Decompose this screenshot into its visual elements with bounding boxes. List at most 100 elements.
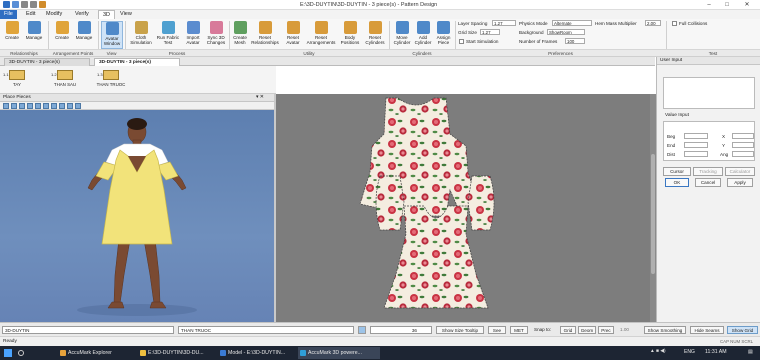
undo-icon[interactable] — [21, 1, 28, 8]
background-select[interactable]: ShowRoom — [547, 29, 585, 35]
tab-calculator[interactable]: Calculator — [725, 167, 755, 176]
tool-texture-icon[interactable] — [75, 103, 81, 109]
minimize-button[interactable]: – — [700, 0, 718, 10]
user-input-display — [663, 77, 755, 109]
tool-light-icon[interactable] — [67, 103, 73, 109]
x-input[interactable] — [732, 133, 754, 139]
assign-piece-button[interactable]: Assign Piece — [434, 21, 453, 49]
show-smoothing-button[interactable]: Show Smoothing — [644, 326, 686, 334]
ang-input[interactable] — [732, 151, 754, 157]
create-arrangement-icon — [55, 21, 69, 34]
manage-relationship-button[interactable]: Manage — [23, 21, 45, 49]
sync-3d-button[interactable]: Sync 3D Changes — [205, 21, 227, 49]
scrollbar-thumb[interactable] — [651, 154, 655, 274]
notifications-icon[interactable]: ▤ — [748, 349, 753, 355]
snap-label: Snap to: — [534, 327, 552, 332]
frames-input[interactable]: 100 — [565, 38, 585, 44]
show-size-tooltip-button[interactable]: Show Size Tooltip — [436, 326, 484, 334]
save-icon[interactable] — [12, 1, 19, 8]
end-input[interactable] — [684, 142, 708, 148]
run-fabric-test-button[interactable]: Run Fabric Test — [155, 21, 181, 49]
met-button[interactable]: MET — [510, 326, 528, 334]
piece-tay[interactable]: 1.1 TAY — [2, 67, 30, 93]
taskbar-item-accumark-explorer[interactable]: AccuMark Explorer — [58, 347, 136, 359]
y-input[interactable] — [732, 142, 754, 148]
tool-zoom-icon[interactable] — [19, 103, 25, 109]
menu-edit[interactable]: Edit — [22, 10, 39, 19]
dist-input[interactable] — [684, 151, 708, 157]
document-tab-2[interactable]: 3D-DUYTIN - 3 piece(s) — [94, 58, 180, 66]
tool-back-icon[interactable] — [35, 103, 41, 109]
reset-relationships-button[interactable]: Reset Relationships — [249, 21, 281, 49]
piece-than-sau[interactable]: 1.2 THAN SAU — [50, 67, 78, 93]
redo-icon[interactable] — [30, 1, 37, 8]
reset-cylinders-button[interactable]: Reset Cylinders — [363, 21, 387, 49]
layer-spacing-input[interactable]: 1.27 — [492, 20, 516, 26]
move-cylinder-button[interactable]: Move Cylinder — [392, 21, 412, 49]
end-label: End — [667, 143, 676, 148]
start-windows-icon[interactable] — [4, 349, 12, 357]
close-button[interactable]: ✕ — [738, 0, 756, 10]
piece-tay-left-pattern[interactable] — [375, 175, 405, 231]
avatar-3d-view[interactable] — [0, 110, 274, 322]
tool-pan-icon[interactable] — [11, 103, 17, 109]
body-positions-button[interactable]: Body Positions — [338, 21, 362, 49]
tray-icons[interactable]: ▲ ■ ◀) — [650, 349, 666, 354]
piece-tay-right-pattern[interactable] — [467, 175, 495, 231]
taskbar-item-accumark-3d[interactable]: AccuMark 3D powere... — [298, 347, 380, 359]
clock[interactable]: 11:31 AM — [705, 349, 727, 355]
search-icon[interactable] — [18, 350, 24, 356]
menu-verify[interactable]: Verify — [71, 10, 93, 19]
menu-3d[interactable]: 3D — [98, 10, 116, 19]
add-cylinder-button[interactable]: Add Cylinder — [413, 21, 433, 49]
start-simulation-checkbox[interactable] — [459, 39, 464, 44]
tool-front-icon[interactable] — [27, 103, 33, 109]
ok-button[interactable]: OK — [665, 178, 689, 187]
create-arrangement-button[interactable]: Create — [52, 21, 72, 49]
taskbar-item-folder[interactable]: E:\3D-DUYTIN\3D-DU... — [138, 347, 216, 359]
grid-size-input[interactable]: 1.27 — [480, 29, 500, 35]
see-button[interactable]: See — [488, 326, 506, 334]
tool-rotate-icon[interactable] — [3, 103, 9, 109]
snap-grid-button[interactable]: Grid — [560, 326, 576, 334]
snap-prec-button[interactable]: Prec — [598, 326, 614, 334]
accumark-3d-icon — [300, 350, 306, 356]
manage-arrangement-button[interactable]: Manage — [73, 21, 95, 49]
tool-fit-icon[interactable] — [51, 103, 57, 109]
create-relationship-button[interactable]: Create — [2, 21, 22, 49]
maximize-button[interactable]: □ — [718, 0, 736, 10]
show-grid-button[interactable]: Show Grid — [727, 326, 758, 334]
cloth-simulation-button[interactable]: Cloth Simulation — [128, 21, 154, 49]
language-indicator[interactable]: ENG — [684, 349, 695, 355]
physics-mode-select[interactable]: Alternate — [552, 20, 592, 26]
tab-cursor[interactable]: Cursor — [663, 167, 691, 176]
pattern-2d-view[interactable] — [276, 94, 656, 322]
menu-modify[interactable]: Modify — [42, 10, 66, 19]
import-avatar-button[interactable]: Import Avatar — [182, 21, 204, 49]
zoom-select[interactable]: 36 — [370, 326, 432, 334]
snap-geom-button[interactable]: Geom — [578, 326, 596, 334]
avatar-figure — [77, 118, 197, 316]
color-swatch[interactable] — [358, 326, 366, 334]
piece-than-truoc[interactable]: 1.3 THAN TRUOC — [96, 67, 125, 93]
x-label: X — [722, 134, 726, 139]
tab-tracking[interactable]: Tracking — [693, 167, 723, 176]
avatar-window-button[interactable]: Avatar Window — [101, 21, 123, 49]
quick-access-icon[interactable] — [39, 1, 46, 8]
create-mesh-button[interactable]: Create Mesh — [232, 21, 248, 49]
hide-seams-button[interactable]: Hide Seams — [690, 326, 724, 334]
full-collisions-checkbox[interactable] — [672, 21, 677, 26]
reset-arrangements-button[interactable]: Reset Arrangements — [305, 21, 337, 49]
hem-mass-input[interactable]: 2.00 — [645, 20, 661, 26]
panel-controls[interactable]: ▾ ✕ — [256, 94, 264, 102]
reset-avatar-button[interactable]: Reset Avatar — [282, 21, 304, 49]
tool-grid-icon[interactable] — [59, 103, 65, 109]
taskbar-item-model[interactable]: Model - E:\3D-DUYTIN... — [218, 347, 296, 359]
cancel-button[interactable]: Cancel — [695, 178, 721, 187]
apply-button[interactable]: Apply — [727, 178, 753, 187]
tool-side-icon[interactable] — [43, 103, 49, 109]
beg-x-input[interactable] — [684, 133, 708, 139]
document-tab-1[interactable]: 3D-DUYTIN - 3 piece(s) — [4, 58, 90, 66]
menu-file[interactable]: File — [0, 10, 17, 19]
menu-view[interactable]: View — [116, 10, 136, 19]
